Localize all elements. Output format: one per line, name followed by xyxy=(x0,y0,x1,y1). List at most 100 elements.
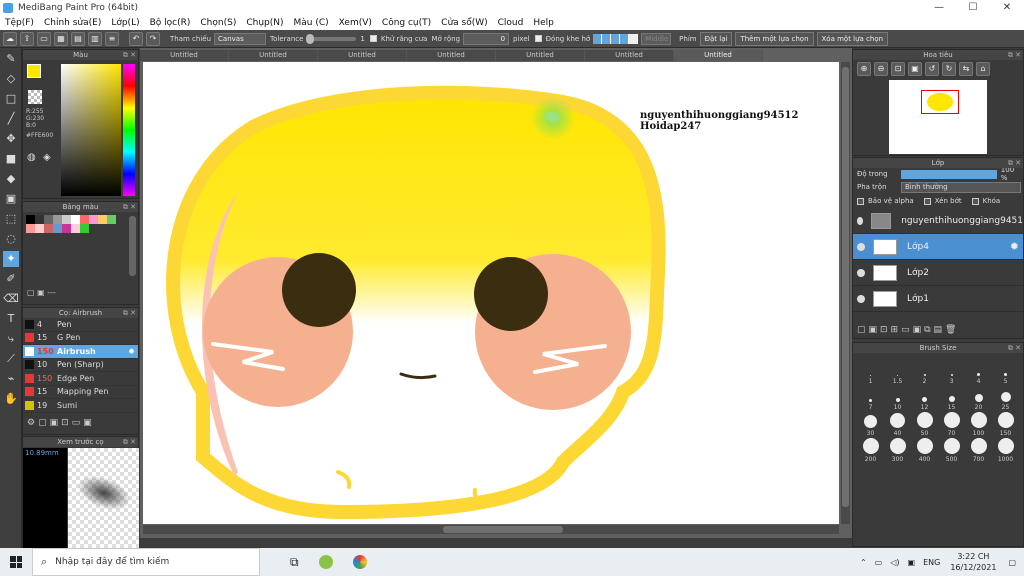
brush-size-cell[interactable]: 15 xyxy=(938,385,965,411)
brush-size-cell[interactable]: 500 xyxy=(938,437,965,463)
close-gap-checkbox[interactable] xyxy=(534,35,542,42)
color-wheel-icon[interactable]: ◍ xyxy=(27,152,36,163)
select-eraser-icon[interactable]: ⌫ xyxy=(3,291,19,307)
comment-icon[interactable]: ▭ xyxy=(37,31,51,46)
gap-select[interactable]: Middle xyxy=(641,32,672,45)
volume-icon[interactable]: ◁) xyxy=(890,558,899,567)
palette-scrollbar[interactable] xyxy=(129,216,136,276)
transparent-swatch[interactable] xyxy=(28,90,42,104)
antialias-checkbox[interactable] xyxy=(369,35,377,42)
opacity-slider[interactable] xyxy=(900,169,997,179)
brush-item-mapping-pen[interactable]: 15 Mapping Pen xyxy=(23,386,138,399)
brush-size-cell[interactable]: 1 xyxy=(857,359,884,385)
menu-edit[interactable]: Chỉnh sửa(E) xyxy=(39,18,106,28)
tray-chevron-icon[interactable]: ⌃ xyxy=(860,558,867,567)
task-view-icon[interactable]: ⧉ xyxy=(290,555,299,570)
clip-checkbox[interactable] xyxy=(923,197,931,205)
menu-help[interactable]: Help xyxy=(528,18,559,28)
operation-tool-icon[interactable]: ⤷ xyxy=(3,331,19,347)
panel-icon[interactable]: ▥ xyxy=(88,31,102,46)
ref-select[interactable]: Canvas xyxy=(214,32,267,45)
brush-size-cell[interactable]: 50 xyxy=(911,411,938,437)
brush-item-sumi[interactable]: 19 Sumi xyxy=(23,399,138,413)
windows-start-icon[interactable] xyxy=(10,556,22,568)
divide-tool-icon[interactable]: ⟋ xyxy=(3,351,19,367)
brush-size-cell[interactable]: 100 xyxy=(965,411,992,437)
menu-cloud[interactable]: Cloud xyxy=(493,18,529,28)
brush-tool-icon[interactable]: ✎ xyxy=(3,51,19,67)
layer-row-lop1[interactable]: Lớp1 xyxy=(853,286,1023,312)
fill-rect-icon[interactable]: ■ xyxy=(3,151,19,167)
language-indicator[interactable]: ENG xyxy=(923,558,940,567)
tolerance-slider[interactable] xyxy=(306,33,357,44)
brush-panel-footer-icons[interactable]: ⚙▢▣⊡▭▣ xyxy=(27,418,95,428)
actual-size-icon[interactable]: ▣ xyxy=(908,62,922,76)
brush-settings-icon[interactable]: ✹ xyxy=(128,347,135,356)
canvas-hscrollbar[interactable] xyxy=(143,525,839,534)
delete-selection-button[interactable]: Xóa một lựa chọn xyxy=(816,31,889,46)
brush-item-g-pen[interactable]: 15 G Pen xyxy=(23,332,138,345)
brush-size-cell[interactable]: 700 xyxy=(965,437,992,463)
menu-layer[interactable]: Lớp(L) xyxy=(106,18,144,28)
magic-wand-icon[interactable]: ✦ xyxy=(3,251,19,267)
navigator-thumbnail[interactable] xyxy=(889,80,987,154)
brush-size-cell[interactable]: 12 xyxy=(911,385,938,411)
menu-window[interactable]: Cửa sổ(W) xyxy=(436,18,492,28)
brush-size-cell[interactable]: 5 xyxy=(992,359,1019,385)
brush-size-cell[interactable]: 400 xyxy=(911,437,938,463)
fit-icon[interactable]: ⊡ xyxy=(891,62,905,76)
brush-item-pen[interactable]: 4 Pen xyxy=(23,318,138,332)
lock-checkbox[interactable] xyxy=(971,197,979,205)
notification-icon[interactable]: ▢ xyxy=(1008,558,1016,567)
tab-untitled-6[interactable]: Untitled xyxy=(585,50,674,61)
tab-untitled-2[interactable]: Untitled xyxy=(229,50,318,61)
menu-filter[interactable]: Bộ lọc(R) xyxy=(145,18,196,28)
layer-settings-icon[interactable]: ✹ xyxy=(1010,240,1019,253)
brush-size-cell[interactable]: 3 xyxy=(938,359,965,385)
taskbar-search[interactable]: ⌕ Nhập tại đây để tìm kiếm xyxy=(32,548,260,576)
flip-icon[interactable]: ⇆ xyxy=(959,62,973,76)
cloud-icon[interactable]: ☁ xyxy=(3,31,17,46)
chrome-icon[interactable] xyxy=(352,555,367,569)
brush-size-cell[interactable]: 10 xyxy=(884,385,911,411)
zoom-out-icon[interactable]: ⊖ xyxy=(874,62,888,76)
layer-row-lop4[interactable]: Lớp4 ✹ xyxy=(853,234,1023,260)
menu-file[interactable]: Tệp(F) xyxy=(0,18,39,28)
tab-untitled-1[interactable]: Untitled xyxy=(140,50,229,61)
select-pen-icon[interactable]: ✐ xyxy=(3,271,19,287)
blend-select[interactable]: Bình thường xyxy=(901,181,1021,193)
menu-icon[interactable]: ≡ xyxy=(105,31,119,46)
tray-app-icon[interactable]: ▣ xyxy=(908,558,916,567)
color-picker-icon[interactable]: ◈ xyxy=(43,152,51,163)
rect-tool-icon[interactable]: □ xyxy=(3,91,19,107)
protect-alpha-checkbox[interactable] xyxy=(857,197,864,205)
hand-tool-icon[interactable]: ✋ xyxy=(3,391,19,407)
eye-icon[interactable] xyxy=(857,268,865,277)
add-selection-button[interactable]: Thêm một lựa chọn xyxy=(735,31,814,46)
layout-icon[interactable]: ▦ xyxy=(54,31,68,46)
brush-item-pen-sharp[interactable]: 10 Pen (Sharp) xyxy=(23,359,138,372)
brush-size-cell[interactable]: 1000 xyxy=(992,437,1019,463)
menu-snap[interactable]: Chụp(N) xyxy=(241,18,288,28)
undo-icon[interactable]: ↶ xyxy=(129,31,143,46)
reset-view-icon[interactable]: ⌂ xyxy=(976,62,990,76)
app-icon-1[interactable] xyxy=(318,555,333,569)
saturation-value-box[interactable] xyxy=(61,64,121,196)
layer-row-lop2[interactable]: Lớp2 xyxy=(853,260,1023,286)
network-icon[interactable]: ▭ xyxy=(875,558,883,567)
brush-size-cell[interactable]: 40 xyxy=(884,411,911,437)
redo-icon[interactable]: ↷ xyxy=(146,31,160,46)
layer-row-text[interactable]: nguyenthihuonggiang9451 xyxy=(853,208,1023,234)
eye-icon[interactable] xyxy=(857,294,865,303)
hue-bar[interactable] xyxy=(123,64,135,196)
brush-size-cell[interactable]: 150 xyxy=(992,411,1019,437)
primary-color-swatch[interactable] xyxy=(27,64,41,78)
gradient-tool-icon[interactable]: ▣ xyxy=(3,191,19,207)
lasso-tool-icon[interactable]: ◌ xyxy=(3,231,19,247)
eraser-tool-icon[interactable]: ◇ xyxy=(3,71,19,87)
zoom-in-icon[interactable]: ⊕ xyxy=(857,62,871,76)
brush-size-cell[interactable]: 200 xyxy=(857,437,884,463)
close-button[interactable]: ✕ xyxy=(990,0,1024,15)
brush-size-cell[interactable]: 30 xyxy=(857,411,884,437)
tab-untitled-3[interactable]: Untitled xyxy=(318,50,407,61)
